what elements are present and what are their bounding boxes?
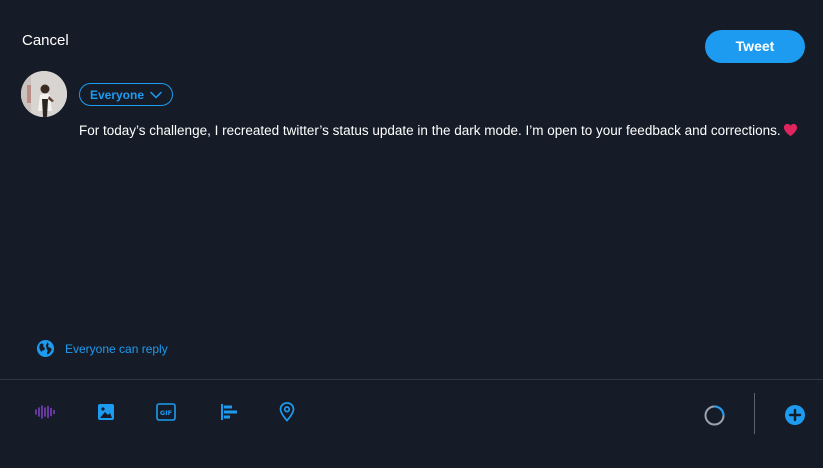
voice-button[interactable] <box>34 401 56 423</box>
toolbar-divider <box>0 379 823 380</box>
status-text: For today’s challenge, I recreated twitt… <box>79 123 781 138</box>
poll-button[interactable] <box>218 401 240 423</box>
reply-setting[interactable]: Everyone can reply <box>36 339 168 358</box>
toolbar-vertical-divider <box>754 393 755 434</box>
image-icon <box>98 404 114 420</box>
reply-setting-label: Everyone can reply <box>65 341 168 356</box>
character-counter-icon <box>704 405 725 426</box>
cancel-button[interactable]: Cancel <box>22 32 69 50</box>
location-button[interactable] <box>276 401 298 423</box>
voice-audio-icon <box>35 405 55 419</box>
audience-selector[interactable]: Everyone <box>79 83 173 106</box>
avatar-photo <box>21 71 67 117</box>
gif-button[interactable]: GIF <box>155 401 177 423</box>
add-thread-icon[interactable] <box>784 404 806 426</box>
chevron-down-icon <box>150 91 162 98</box>
svg-text:GIF: GIF <box>160 409 172 417</box>
audience-label: Everyone <box>89 87 145 102</box>
location-icon <box>279 402 295 422</box>
gif-icon: GIF <box>156 403 176 421</box>
avatar[interactable] <box>21 71 67 117</box>
compose-tweet-panel: Cancel Tweet Everyone For today’s challe… <box>0 0 823 468</box>
tweet-button[interactable]: Tweet <box>705 30 805 63</box>
heart-emoji-icon <box>783 123 797 137</box>
poll-icon <box>220 404 237 420</box>
image-button[interactable] <box>95 401 117 423</box>
globe-icon <box>36 339 55 358</box>
status-text-area[interactable]: For today’s challenge, I recreated twitt… <box>79 122 799 140</box>
